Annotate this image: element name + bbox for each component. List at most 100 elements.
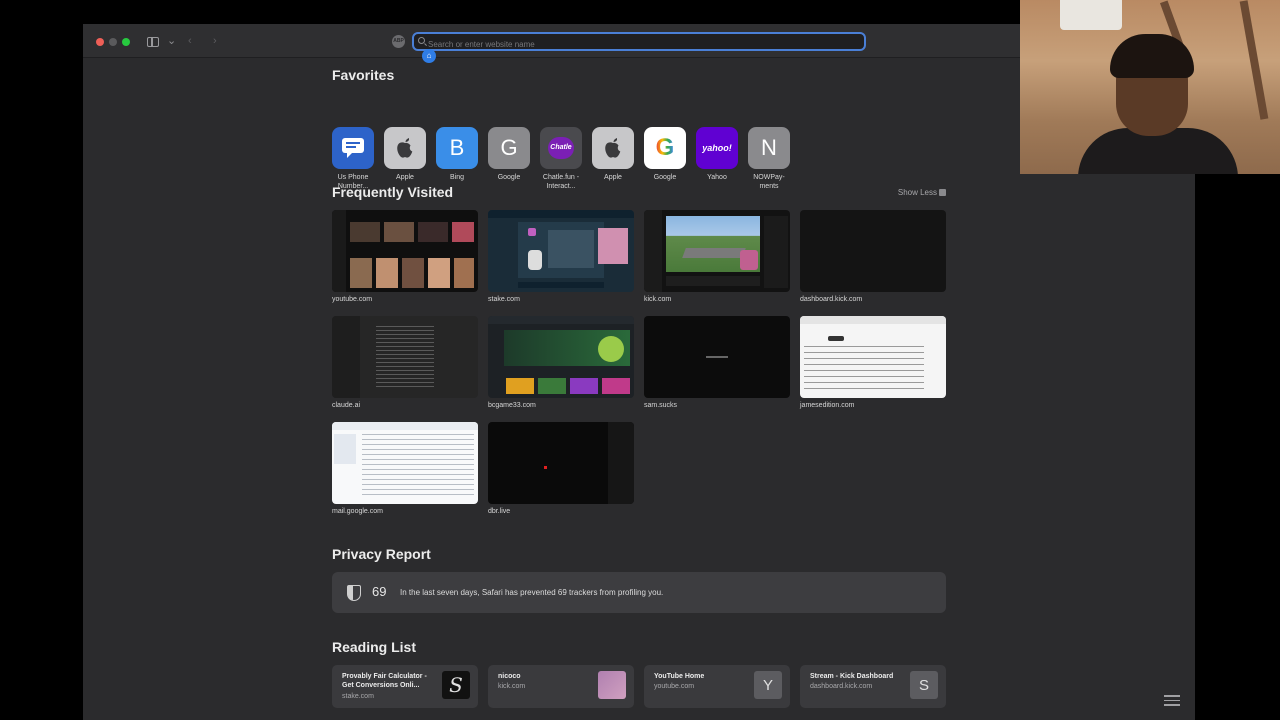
- favorite-label: Google: [653, 174, 677, 181]
- privacy-report-card[interactable]: 69 In the last seven days, Safari has pr…: [332, 572, 946, 613]
- apple-logo-icon: [592, 127, 634, 169]
- site-preview: [644, 210, 790, 292]
- slider-line: [1164, 699, 1180, 701]
- favorite-label: Yahoo: [707, 174, 727, 181]
- favorite-item[interactable]: B Bing: [434, 127, 480, 182]
- back-button-icon[interactable]: ‹: [188, 33, 192, 49]
- google-g-icon: G: [644, 127, 686, 169]
- slider-line: [1164, 704, 1180, 706]
- reading-item-title: Stream - Kick Dashboard: [810, 673, 894, 680]
- reading-list-item[interactable]: Provably Fair Calculator - Get Conversio…: [332, 665, 478, 708]
- frequent-site-tile[interactable]: mail.google.com: [332, 422, 478, 515]
- reading-item-title: nicoco: [498, 673, 521, 680]
- google-letter-icon: G: [488, 127, 530, 169]
- site-url: jamesedition.com: [800, 402, 855, 409]
- show-less-button[interactable]: Show Less: [898, 188, 946, 197]
- frequent-site-tile[interactable]: sam.sucks: [644, 316, 790, 409]
- address-bar[interactable]: [412, 32, 866, 52]
- show-less-label: Show Less: [897, 188, 937, 197]
- favorites-heading: Favorites: [332, 67, 395, 83]
- reading-item-domain: kick.com: [498, 683, 526, 690]
- site-preview: [488, 316, 634, 398]
- frequent-site-tile[interactable]: bcgame33.com: [488, 316, 634, 409]
- reading-item-domain: youtube.com: [654, 683, 695, 690]
- site-url: youtube.com: [332, 296, 373, 303]
- chat-bubble-icon: [332, 127, 374, 169]
- frequently-visited-heading: Frequently Visited: [332, 184, 454, 200]
- search-icon: [418, 37, 425, 44]
- site-preview: [644, 316, 790, 398]
- reading-list-heading: Reading List: [332, 639, 417, 655]
- favorite-item[interactable]: Apple: [590, 127, 636, 182]
- webcam-overlay: [1020, 0, 1280, 174]
- privacy-report-heading: Privacy Report: [332, 546, 431, 562]
- frequent-site-tile[interactable]: youtube.com: [332, 210, 478, 303]
- frequent-site-tile[interactable]: dbr.live: [488, 422, 634, 515]
- site-url: sam.sucks: [644, 402, 678, 409]
- zoom-window-button[interactable]: [122, 38, 130, 46]
- frequent-site-tile[interactable]: dashboard.kick.com: [800, 210, 946, 303]
- favorite-item[interactable]: Chatle Chatle.fun - Interact...: [538, 127, 584, 191]
- stake-logo-icon: S: [442, 671, 470, 699]
- customize-start-page-icon[interactable]: [1164, 695, 1180, 708]
- frequent-site-tile[interactable]: jamesedition.com: [800, 316, 946, 409]
- favorite-label: NOWPay-ments: [753, 174, 785, 190]
- kick-dashboard-letter-icon: S: [910, 671, 938, 699]
- reading-list-item[interactable]: Stream - Kick Dashboard dashboard.kick.c…: [800, 665, 946, 708]
- site-url: claude.ai: [332, 402, 361, 409]
- nowpayments-letter-icon: N: [748, 127, 790, 169]
- reading-item-title: Provably Fair Calculator - Get Conversio…: [342, 673, 427, 689]
- home-icon[interactable]: ⌂: [422, 49, 436, 63]
- reading-item-title: YouTube Home: [654, 673, 705, 680]
- reading-list-item[interactable]: nicoco kick.com: [488, 665, 634, 708]
- site-preview: [488, 422, 634, 504]
- bing-letter-icon: B: [436, 127, 478, 169]
- site-url: mail.google.com: [332, 508, 383, 515]
- minimize-window-button[interactable]: [109, 38, 117, 46]
- frequent-site-tile[interactable]: kick.com: [644, 210, 790, 303]
- site-preview: [332, 210, 478, 292]
- reading-item-domain: dashboard.kick.com: [810, 683, 873, 690]
- close-window-button[interactable]: [96, 38, 104, 46]
- air-conditioner: [1060, 0, 1122, 30]
- favorite-item[interactable]: G Google: [642, 127, 688, 182]
- site-url: stake.com: [488, 296, 520, 303]
- favorite-label: Apple: [604, 174, 622, 181]
- stream-thumbnail-icon: [598, 671, 626, 699]
- site-url: dbr.live: [488, 508, 511, 515]
- favorite-label: Chatle.fun - Interact...: [542, 174, 580, 190]
- favorite-item[interactable]: yahoo! Yahoo: [694, 127, 740, 182]
- chatle-logo-text: Chatle: [548, 137, 574, 159]
- reading-item-domain: stake.com: [342, 693, 374, 700]
- address-input[interactable]: [414, 37, 864, 52]
- frequent-site-tile[interactable]: claude.ai: [332, 316, 478, 409]
- site-url: kick.com: [644, 296, 672, 303]
- yahoo-logo-icon: yahoo!: [696, 127, 738, 169]
- site-preview: [800, 210, 946, 292]
- google-g-letter: G: [655, 134, 675, 161]
- favorite-item[interactable]: G Google: [486, 127, 532, 182]
- site-url: bcgame33.com: [488, 402, 536, 409]
- youtube-letter-icon: Y: [754, 671, 782, 699]
- sidebar-toggle-icon[interactable]: [147, 37, 159, 47]
- forward-button-icon[interactable]: ›: [213, 33, 217, 49]
- slider-line: [1164, 695, 1180, 697]
- favorite-item[interactable]: Apple: [382, 127, 428, 182]
- extension-icon[interactable]: ABP: [392, 35, 405, 48]
- reading-list-item[interactable]: YouTube Home youtube.com Y: [644, 665, 790, 708]
- site-preview: [332, 422, 478, 504]
- site-preview: [488, 210, 634, 292]
- privacy-message: In the last seven days, Safari has preve…: [400, 588, 664, 597]
- favorite-label: Google: [497, 174, 521, 181]
- frequent-site-tile[interactable]: stake.com: [488, 210, 634, 303]
- favorite-item[interactable]: Us Phone Number...: [330, 127, 376, 191]
- site-url: dashboard.kick.com: [800, 296, 863, 303]
- shield-icon: [347, 585, 361, 601]
- favorite-item[interactable]: N NOWPay-ments: [746, 127, 792, 191]
- chatle-logo-icon: Chatle: [540, 127, 582, 169]
- favorite-label: Apple: [396, 174, 414, 181]
- tracker-count: 69: [372, 584, 387, 599]
- chevron-down-icon[interactable]: ⌄: [167, 33, 176, 49]
- site-preview: [332, 316, 478, 398]
- apple-logo-icon: [384, 127, 426, 169]
